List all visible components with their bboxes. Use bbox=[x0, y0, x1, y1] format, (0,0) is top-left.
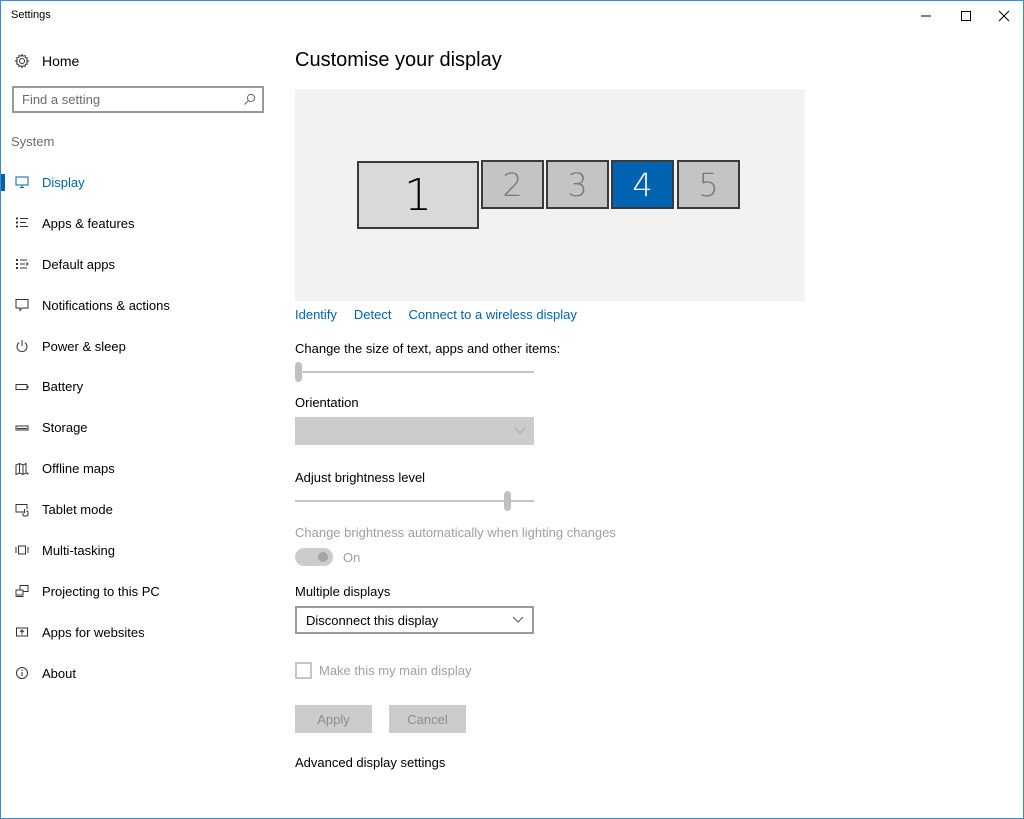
sidebar-item-tablet-mode[interactable]: Tablet mode bbox=[1, 489, 281, 530]
sidebar-nav: Display Apps & features Default apps Not… bbox=[1, 162, 281, 694]
main-display-checkbox[interactable] bbox=[295, 662, 312, 679]
close-icon bbox=[998, 10, 1010, 22]
main-display-label: Make this my main display bbox=[319, 663, 472, 678]
chevron-down-icon bbox=[514, 427, 526, 434]
window-title: Settings bbox=[11, 9, 51, 21]
cancel-button[interactable]: Cancel bbox=[389, 705, 466, 733]
page-title: Customise your display bbox=[295, 49, 502, 71]
sidebar-item-battery[interactable]: Battery bbox=[1, 366, 281, 407]
power-icon bbox=[14, 338, 30, 354]
brightness-label: Adjust brightness level bbox=[295, 470, 426, 485]
brightness-slider-thumb[interactable] bbox=[504, 491, 511, 511]
orientation-label: Orientation bbox=[295, 395, 359, 410]
monitor-2[interactable]: 2 bbox=[481, 160, 544, 209]
identify-link[interactable]: Identify bbox=[295, 307, 337, 322]
orientation-dropdown[interactable] bbox=[295, 417, 534, 445]
brightness-slider-track bbox=[295, 500, 534, 502]
close-button[interactable] bbox=[984, 1, 1024, 31]
sidebar-item-label: Tablet mode bbox=[42, 502, 113, 518]
sidebar-item-label: Apps for websites bbox=[42, 624, 145, 640]
sidebar-item-power-sleep[interactable]: Power & sleep bbox=[1, 326, 281, 367]
settings-window: Settings Home System bbox=[0, 0, 1024, 819]
sidebar-item-offline-maps[interactable]: Offline maps bbox=[1, 448, 281, 489]
speech-bubble-icon bbox=[14, 297, 30, 313]
home-label: Home bbox=[42, 53, 80, 69]
multitasking-icon bbox=[14, 542, 30, 558]
monitor-5[interactable]: 5 bbox=[677, 160, 740, 209]
connect-wireless-display-link[interactable]: Connect to a wireless display bbox=[409, 307, 577, 322]
sidebar-item-label: About bbox=[42, 665, 76, 681]
scale-label: Change the size of text, apps and other … bbox=[295, 341, 561, 356]
sidebar-item-label: Multi-tasking bbox=[42, 542, 115, 558]
apps-for-websites-icon bbox=[14, 624, 30, 640]
sidebar-item-about[interactable]: About bbox=[1, 653, 281, 694]
info-icon bbox=[14, 665, 30, 681]
chevron-down-icon bbox=[512, 616, 524, 623]
multiple-displays-dropdown[interactable]: Disconnect this display bbox=[295, 606, 534, 634]
sidebar-item-display[interactable]: Display bbox=[1, 162, 281, 203]
search-icon[interactable] bbox=[243, 93, 256, 106]
scale-slider[interactable] bbox=[295, 362, 534, 382]
monitor-3[interactable]: 3 bbox=[546, 160, 609, 209]
maximize-button[interactable] bbox=[946, 1, 986, 31]
minimize-button[interactable] bbox=[906, 1, 946, 31]
display-arrangement-preview: 1 2 3 4 5 bbox=[295, 89, 805, 301]
title-bar: Settings bbox=[1, 1, 1023, 31]
sidebar-item-default-apps[interactable]: Default apps bbox=[1, 244, 281, 285]
scale-slider-thumb[interactable] bbox=[295, 362, 302, 382]
sidebar-item-label: Power & sleep bbox=[42, 338, 126, 354]
minimize-icon bbox=[921, 15, 931, 17]
sidebar-item-projecting[interactable]: Projecting to this PC bbox=[1, 571, 281, 612]
battery-icon bbox=[14, 379, 30, 395]
sidebar-item-label: Display bbox=[42, 174, 85, 190]
toggle-knob bbox=[318, 552, 328, 562]
auto-brightness-label: Change brightness automatically when lig… bbox=[295, 525, 616, 540]
monitor-icon bbox=[14, 174, 30, 190]
sidebar-item-notifications[interactable]: Notifications & actions bbox=[1, 285, 281, 326]
default-apps-icon bbox=[14, 256, 30, 272]
apply-button[interactable]: Apply bbox=[295, 705, 372, 733]
sidebar-item-label: Storage bbox=[42, 420, 88, 436]
monitor-4[interactable]: 4 bbox=[611, 160, 674, 209]
brightness-slider[interactable] bbox=[295, 491, 534, 511]
detect-link[interactable]: Detect bbox=[354, 307, 392, 322]
list-icon bbox=[14, 215, 30, 231]
scale-slider-track bbox=[295, 371, 534, 373]
sidebar-item-multitasking[interactable]: Multi-tasking bbox=[1, 530, 281, 571]
sidebar-item-label: Apps & features bbox=[42, 215, 135, 231]
home-link[interactable]: Home bbox=[14, 49, 79, 73]
map-icon bbox=[14, 461, 30, 477]
monitor-1[interactable]: 1 bbox=[357, 161, 479, 229]
sidebar-item-label: Default apps bbox=[42, 256, 115, 272]
sidebar: Home System Display Apps & features bbox=[1, 31, 281, 811]
auto-brightness-toggle[interactable] bbox=[295, 548, 333, 566]
auto-brightness-state: On bbox=[343, 550, 361, 565]
sidebar-item-apps-for-websites[interactable]: Apps for websites bbox=[1, 612, 281, 653]
search-input[interactable] bbox=[22, 92, 232, 107]
storage-icon bbox=[14, 420, 30, 436]
multiple-displays-label: Multiple displays bbox=[295, 584, 391, 599]
gear-icon bbox=[14, 53, 30, 69]
sidebar-item-label: Offline maps bbox=[42, 461, 115, 477]
maximize-icon bbox=[961, 11, 971, 21]
search-box[interactable] bbox=[12, 86, 264, 113]
sidebar-item-apps-features[interactable]: Apps & features bbox=[1, 203, 281, 244]
display-links: Identify Detect Connect to a wireless di… bbox=[295, 307, 577, 322]
projecting-icon bbox=[14, 583, 30, 599]
advanced-display-settings-link[interactable]: Advanced display settings bbox=[295, 755, 445, 770]
multiple-displays-value: Disconnect this display bbox=[306, 612, 439, 628]
sidebar-item-label: Battery bbox=[42, 379, 84, 395]
sidebar-item-label: Notifications & actions bbox=[42, 297, 170, 313]
sidebar-item-storage[interactable]: Storage bbox=[1, 407, 281, 448]
tablet-mode-icon bbox=[14, 502, 30, 518]
section-label-system: System bbox=[11, 134, 55, 149]
sidebar-item-label: Projecting to this PC bbox=[42, 583, 160, 599]
